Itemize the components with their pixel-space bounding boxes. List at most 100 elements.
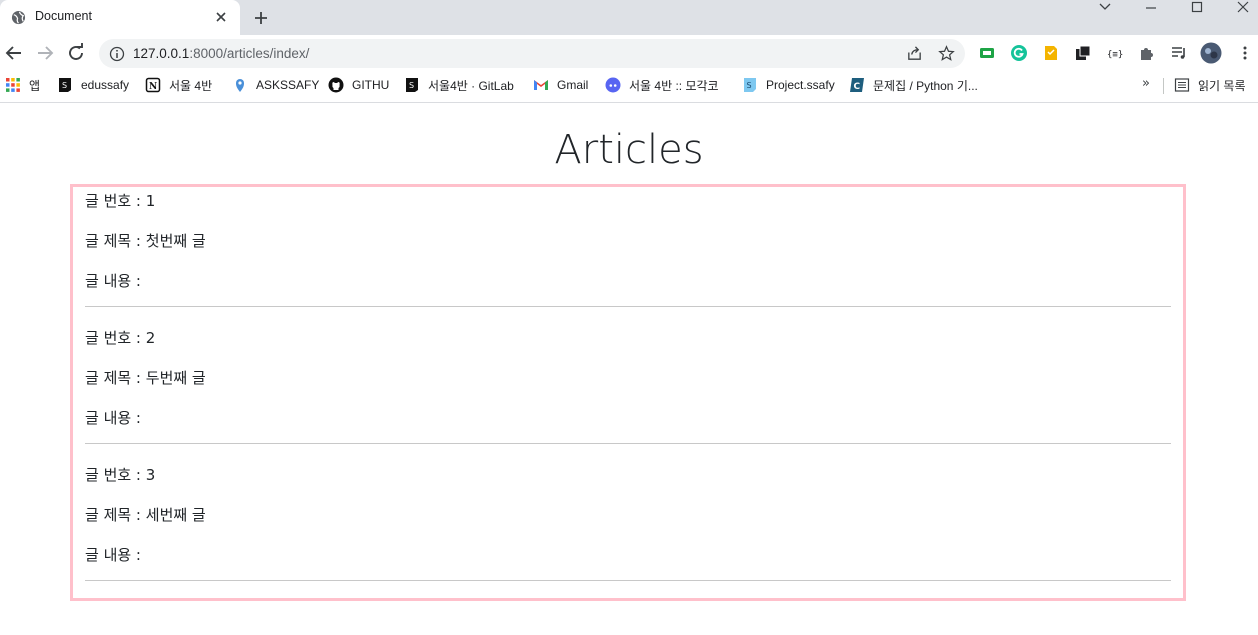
article-title-label: 글 제목 : xyxy=(85,232,146,250)
svg-text:{≡}: {≡} xyxy=(1107,50,1123,60)
tab-strip: Document xyxy=(0,0,1258,35)
project-icon: S xyxy=(742,77,758,93)
more-bookmarks-icon[interactable]: » xyxy=(1142,76,1150,91)
article-number-value: 1 xyxy=(145,192,156,210)
reading-list[interactable]: 읽기 목록 xyxy=(1174,76,1246,94)
site-info-icon[interactable] xyxy=(109,46,125,62)
bookmark-label: 서울 4반 xyxy=(169,78,213,93)
article-content-label: 글 내용 : xyxy=(85,409,141,427)
close-window-icon[interactable] xyxy=(1220,0,1258,14)
bookmark-gitlab[interactable]: S 서울4반 · GitLab xyxy=(404,76,514,94)
apps-grid-icon xyxy=(5,77,21,93)
article-number-value: 2 xyxy=(145,329,156,347)
ssafy-icon: S xyxy=(57,77,73,93)
bookmark-gmail[interactable]: Gmail xyxy=(533,76,588,94)
ssafy-icon: S xyxy=(404,77,420,93)
notes-extension-icon[interactable] xyxy=(1042,44,1060,62)
globe-icon xyxy=(11,10,26,25)
svg-text:S: S xyxy=(62,81,67,90)
article-content: 글 내용 : xyxy=(85,270,141,291)
reading-list-icon xyxy=(1174,77,1190,93)
new-tab-plus-icon[interactable] xyxy=(251,8,271,28)
tab-title: Document xyxy=(35,9,92,23)
copy-extension-icon[interactable] xyxy=(1074,44,1092,62)
grammarly-icon[interactable] xyxy=(1010,44,1028,62)
bookmark-seoul-4[interactable]: N 서울 4반 xyxy=(145,76,212,94)
article-divider xyxy=(85,306,1171,307)
discord-icon xyxy=(605,77,621,93)
bookmark-label: GITHU xyxy=(352,78,390,92)
article-title: 글 제목 : 첫번째 글 xyxy=(85,230,206,251)
bookmark-askssafy[interactable]: ASKSSAFY xyxy=(232,76,319,94)
article-title: 글 제목 : 세번째 글 xyxy=(85,504,206,525)
bookmark-python-problems[interactable]: C 문제집 / Python 기... xyxy=(849,76,978,94)
page-content: Articles 글 번호 : 1 글 제목 : 첫번째 글 글 내용 : 글 … xyxy=(0,104,1258,635)
notion-icon: N xyxy=(145,77,161,93)
bookmark-label: 서울 4반 :: 모각코 xyxy=(629,78,719,93)
menu-kebab-icon[interactable] xyxy=(1236,44,1254,62)
article-number: 글 번호 : 3 xyxy=(85,464,155,485)
bookmark-label: 앱 xyxy=(29,78,41,93)
tab-search-chevron-icon[interactable] xyxy=(1082,0,1128,14)
bookmarks-bar: 앱 S edussafy N 서울 4반 ASKSSAFY GITHU S 서울… xyxy=(0,71,1258,103)
green-extension-icon[interactable] xyxy=(978,44,996,62)
article-number-label: 글 번호 : xyxy=(85,466,146,484)
bookmark-label: Project.ssafy xyxy=(766,78,835,92)
article-content-label: 글 내용 : xyxy=(85,546,141,564)
pin-icon xyxy=(232,77,248,93)
bookmark-label: 서울4반 · GitLab xyxy=(428,78,514,93)
bookmark-mogakco[interactable]: 서울 4반 :: 모각코 xyxy=(605,76,719,94)
article-title: 글 제목 : 두번째 글 xyxy=(85,367,206,388)
bookmark-label: ASKSSAFY xyxy=(256,78,320,92)
media-queue-icon[interactable] xyxy=(1170,44,1188,62)
forward-arrow-icon[interactable] xyxy=(33,41,57,65)
svg-text:C: C xyxy=(854,82,861,92)
article-content: 글 내용 : xyxy=(85,407,141,428)
back-arrow-icon[interactable] xyxy=(2,41,26,65)
article-title-value: 세번째 글 xyxy=(145,506,206,524)
bookmarks-divider xyxy=(1163,78,1164,94)
url-path: :8000/articles/index/ xyxy=(189,46,310,61)
codeup-icon: C xyxy=(849,77,865,93)
bookmark-github[interactable]: GITHU xyxy=(328,76,389,94)
article-content: 글 내용 : xyxy=(85,544,141,565)
github-icon xyxy=(328,77,344,93)
reload-icon[interactable] xyxy=(64,41,88,65)
close-icon[interactable] xyxy=(213,9,229,25)
address-bar[interactable]: 127.0.0.1:8000/articles/index/ xyxy=(99,39,965,68)
svg-text:S: S xyxy=(409,81,414,90)
share-icon[interactable] xyxy=(906,45,923,62)
svg-text:N: N xyxy=(149,82,157,92)
article-number: 글 번호 : 2 xyxy=(85,327,155,348)
toolbar: 127.0.0.1:8000/articles/index/ {≡} xyxy=(0,35,1258,71)
article-content-label: 글 내용 : xyxy=(85,272,141,290)
tab-document[interactable]: Document xyxy=(0,0,240,35)
bookmark-label: 문제집 / Python 기... xyxy=(873,78,978,93)
article-divider xyxy=(85,443,1171,444)
svg-text:S: S xyxy=(747,81,752,90)
star-icon[interactable] xyxy=(938,45,955,62)
puzzle-extensions-icon[interactable] xyxy=(1138,44,1156,62)
article-number-label: 글 번호 : xyxy=(85,329,146,347)
gmail-icon xyxy=(533,77,549,93)
article-number-value: 3 xyxy=(145,466,156,484)
maximize-icon[interactable] xyxy=(1174,0,1220,14)
page-title: Articles xyxy=(554,127,704,173)
json-extension-icon[interactable]: {≡} xyxy=(1106,44,1124,62)
article-title-label: 글 제목 : xyxy=(85,369,146,387)
article-title-value: 첫번째 글 xyxy=(145,232,206,250)
bookmark-project-ssafy[interactable]: S Project.ssafy xyxy=(742,76,835,94)
profile-avatar[interactable] xyxy=(1200,42,1222,64)
bookmark-label: edussafy xyxy=(81,78,130,92)
bookmark-apps[interactable]: 앱 xyxy=(5,76,40,94)
bookmark-label: Gmail xyxy=(557,78,589,92)
article-number-label: 글 번호 : xyxy=(85,192,146,210)
article-title-value: 두번째 글 xyxy=(145,369,206,387)
article-title-label: 글 제목 : xyxy=(85,506,146,524)
article-divider xyxy=(85,580,1171,581)
minimize-icon[interactable] xyxy=(1128,0,1174,14)
article-number: 글 번호 : 1 xyxy=(85,190,155,211)
url-text[interactable]: 127.0.0.1:8000/articles/index/ xyxy=(133,46,309,61)
bookmark-edussafy[interactable]: S edussafy xyxy=(57,76,129,94)
url-host: 127.0.0.1 xyxy=(133,46,190,61)
